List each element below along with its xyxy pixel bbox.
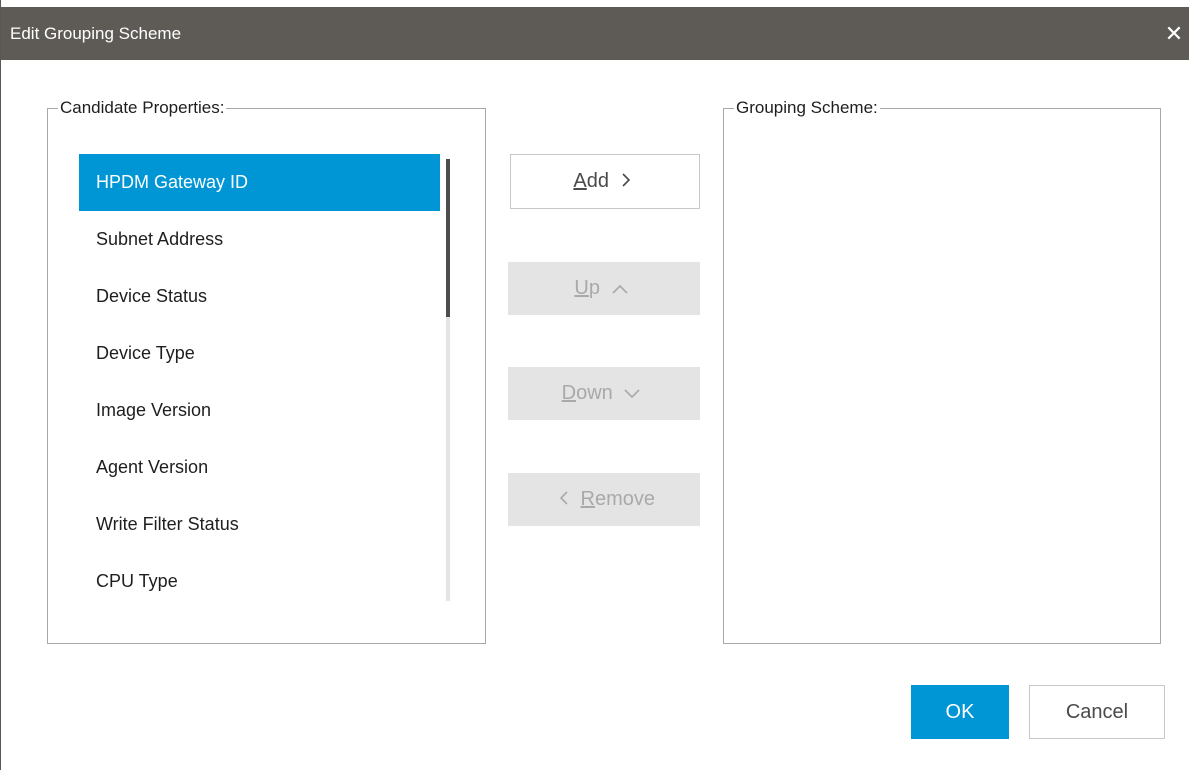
add-button[interactable]: Add xyxy=(510,154,700,209)
add-mnemonic: A xyxy=(573,170,587,192)
close-icon[interactable]: ✕ xyxy=(1160,7,1188,60)
vertical-scrollbar[interactable] xyxy=(446,159,450,601)
remove-label-rest: emove xyxy=(594,488,656,510)
chevron-up-icon xyxy=(611,262,628,315)
grouping-scheme-list[interactable] xyxy=(755,154,1116,634)
chevron-left-icon xyxy=(559,473,569,526)
cancel-button[interactable]: Cancel xyxy=(1029,685,1165,739)
list-item[interactable]: Write Filter Status xyxy=(79,496,440,553)
candidate-properties-list[interactable]: HPDM Gateway ID Subnet Address Device St… xyxy=(79,154,440,610)
list-item[interactable]: Subnet Address xyxy=(79,211,440,268)
title-bar: Edit Grouping Scheme ✕ xyxy=(1,7,1189,60)
down-button[interactable]: Down xyxy=(508,367,700,420)
list-item[interactable]: HPDM Gateway ID xyxy=(79,154,440,211)
candidate-properties-legend: Candidate Properties: xyxy=(58,98,227,118)
remove-mnemonic: R xyxy=(580,488,595,510)
chevron-right-icon xyxy=(621,155,631,208)
list-item[interactable]: CPU Type xyxy=(79,553,440,610)
grouping-scheme-legend: Grouping Scheme: xyxy=(734,98,880,118)
list-item[interactable]: Device Type xyxy=(79,325,440,382)
list-item[interactable]: Device Status xyxy=(79,268,440,325)
down-label-rest: own xyxy=(576,382,613,404)
candidate-properties-group: Candidate Properties: HPDM Gateway ID Su… xyxy=(47,98,486,644)
list-item[interactable]: Agent Version xyxy=(79,439,440,496)
dialog-title: Edit Grouping Scheme xyxy=(10,24,182,43)
remove-button[interactable]: Remove xyxy=(508,473,700,526)
ok-button[interactable]: OK xyxy=(911,685,1009,739)
list-item[interactable]: Image Version xyxy=(79,382,440,439)
up-button[interactable]: Up xyxy=(508,262,700,315)
chevron-down-icon xyxy=(624,367,640,420)
add-label-rest: dd xyxy=(586,170,610,192)
up-mnemonic: U xyxy=(574,277,589,299)
up-label-rest: p xyxy=(588,277,600,299)
scrollbar-thumb[interactable] xyxy=(446,159,450,317)
edit-grouping-scheme-dialog: Edit Grouping Scheme ✕ Candidate Propert… xyxy=(0,0,1189,770)
down-mnemonic: D xyxy=(561,382,577,404)
grouping-scheme-group: Grouping Scheme: xyxy=(723,98,1161,644)
